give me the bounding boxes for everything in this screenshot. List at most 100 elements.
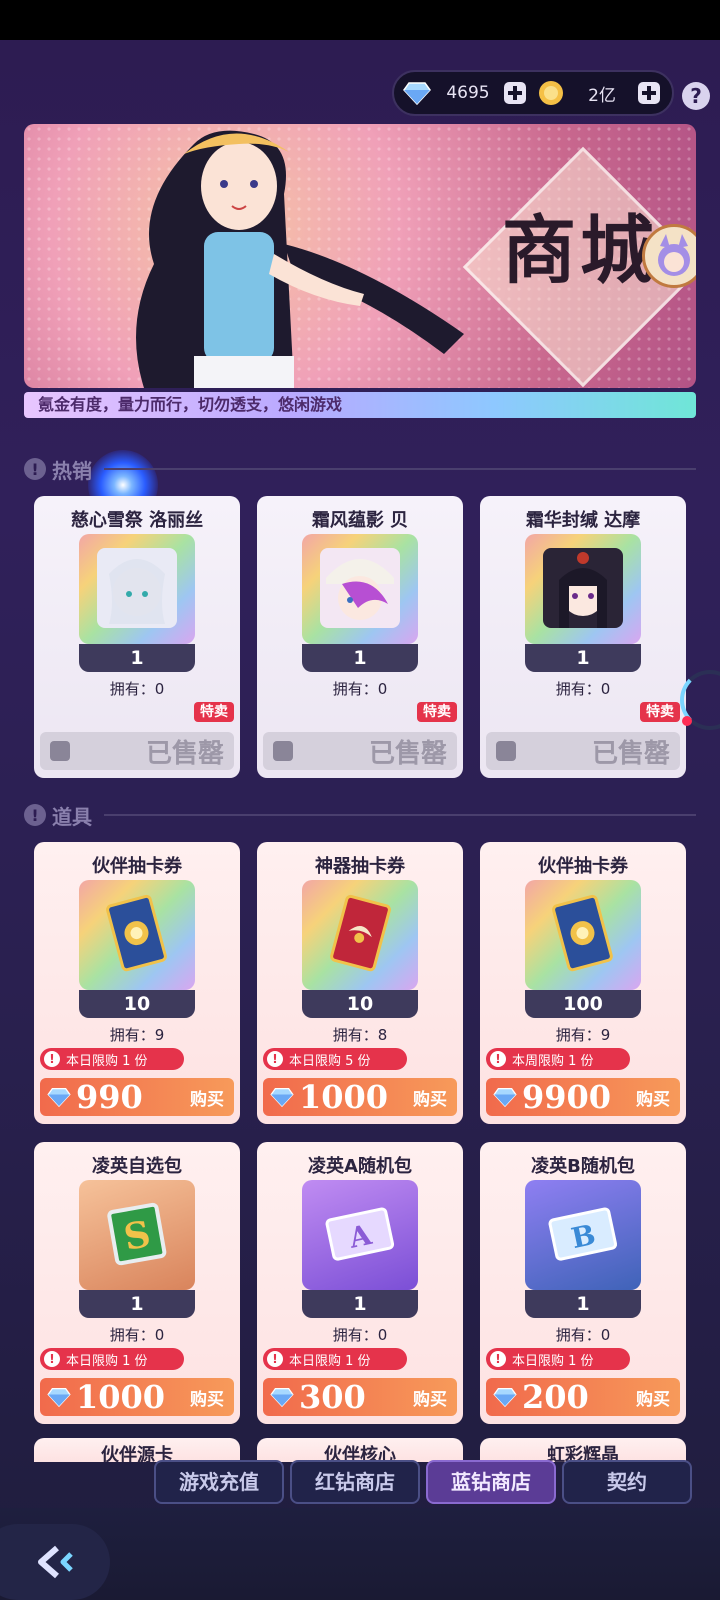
purchase-limit-text: 本日限购 1 份 <box>512 1353 594 1369</box>
special-sale-badge: 特卖 <box>417 702 457 722</box>
purchase-limit-text: 本日限购 1 份 <box>289 1353 371 1369</box>
purchase-limit-badge: ! 本日限购 1 份 <box>40 1348 184 1370</box>
add-gold-button[interactable] <box>638 82 660 104</box>
back-arrow-icon <box>38 1545 73 1579</box>
diamond-icon <box>402 78 432 108</box>
buy-button[interactable]: 9900 购买 <box>486 1078 680 1116</box>
gem-balance: 4695 <box>402 76 526 110</box>
price: 300 <box>299 1378 366 1416</box>
shop-item-card-partial[interactable]: 伙伴源卡 <box>34 1438 240 1462</box>
item-name: 伙伴核心 <box>324 1445 396 1462</box>
item-quantity: 10 <box>79 990 195 1018</box>
warning-icon: ! <box>267 1051 283 1067</box>
shop-item-card[interactable]: 凌英A随机包 A 1 拥有：0 ! 本日限购 1 份 300 购买 <box>257 1142 463 1424</box>
warning-icon: ! <box>490 1351 506 1367</box>
blue-draw-card-icon <box>552 894 613 972</box>
tab-blue-diamond-shop[interactable]: 蓝钻商店 <box>426 1460 556 1504</box>
shop-item-card[interactable]: 伙伴抽卡券 100 拥有：9 ! 本周限购 1 份 9900 购买 <box>480 842 686 1124</box>
sold-out-button: 已售罄 <box>40 732 234 770</box>
shop-item-card-partial[interactable]: 伙伴核心 <box>257 1438 463 1462</box>
price: 1000 <box>299 1078 389 1116</box>
purchase-limit-badge: ! 本日限购 5 份 <box>263 1048 407 1070</box>
shop-item-card[interactable]: 神器抽卡券 10 拥有：8 ! 本日限购 5 份 1000 购买 <box>257 842 463 1124</box>
blue-draw-card-icon <box>106 894 167 972</box>
buy-button[interactable]: 300 购买 <box>263 1378 457 1416</box>
item-thumbnail: B <box>525 1180 641 1290</box>
mascot-avatar[interactable] <box>642 224 696 288</box>
tab-contract[interactable]: 契约 <box>562 1460 692 1504</box>
buy-label: 购买 <box>413 1089 447 1110</box>
owned-count: 拥有：0 <box>332 680 388 698</box>
purchase-limit-text: 本日限购 1 份 <box>66 1053 148 1069</box>
diamond-icon <box>46 1384 72 1410</box>
purchase-limit-badge: ! 本周限购 1 份 <box>486 1048 630 1070</box>
item-thumbnail <box>79 880 195 990</box>
purchase-limit-text: 本日限购 5 份 <box>289 1053 371 1069</box>
status-bar <box>0 0 720 40</box>
item-name: 霜风蕴影 贝 <box>311 510 409 531</box>
purchase-limit-badge: ! 本日限购 1 份 <box>263 1348 407 1370</box>
banner-character-illustration <box>136 130 464 388</box>
tab-game-recharge[interactable]: 游戏充值 <box>154 1460 284 1504</box>
owned-count: 拥有：0 <box>109 1326 165 1344</box>
price: 9900 <box>522 1078 612 1116</box>
item-quantity: 1 <box>302 1290 418 1318</box>
buy-label: 购买 <box>190 1089 224 1110</box>
item-quantity: 1 <box>79 1290 195 1318</box>
checkbox-icon <box>50 741 70 761</box>
diamond-icon <box>269 1384 295 1410</box>
red-draw-card-icon <box>330 894 391 972</box>
selector-pack-icon: S <box>107 1202 167 1266</box>
item-thumbnail: S <box>79 1180 195 1290</box>
item-name: 伙伴抽卡券 <box>92 856 182 877</box>
hot-item-card[interactable]: 霜华封缄 达摩 1 拥有：0 特卖 已售罄 <box>480 496 686 778</box>
checkbox-icon <box>273 741 293 761</box>
owned-count: 拥有：0 <box>555 1326 611 1344</box>
shop-item-card[interactable]: 伙伴抽卡券 10 拥有：9 ! 本日限购 1 份 990 购买 <box>34 842 240 1124</box>
help-button[interactable]: ? <box>682 82 710 110</box>
buy-button[interactable]: 990 购买 <box>40 1078 234 1116</box>
item-quantity: 1 <box>525 1290 641 1318</box>
checkbox-icon <box>496 741 516 761</box>
purchase-limit-badge: ! 本日限购 1 份 <box>486 1348 630 1370</box>
character-portrait-icon <box>97 548 177 628</box>
buy-label: 购买 <box>636 1389 670 1410</box>
buy-label: 购买 <box>413 1389 447 1410</box>
buy-label: 购买 <box>190 1389 224 1410</box>
warning-icon: ! <box>44 1051 60 1067</box>
shop-item-card[interactable]: 凌英B随机包 B 1 拥有：0 ! 本日限购 1 份 200 购买 <box>480 1142 686 1424</box>
item-name: 神器抽卡券 <box>315 856 405 877</box>
special-sale-badge: 特卖 <box>194 702 234 722</box>
item-thumbnail <box>525 534 641 644</box>
tab-red-diamond-shop[interactable]: 红钻商店 <box>290 1460 420 1504</box>
hot-item-card[interactable]: 霜风蕴影 贝 1 拥有：0 特卖 已售罄 <box>257 496 463 778</box>
owned-count: 拥有：9 <box>555 1026 611 1044</box>
sold-out-button: 已售罄 <box>263 732 457 770</box>
price: 990 <box>76 1078 143 1116</box>
hot-item-card[interactable]: 慈心雪祭 洛丽丝 1 拥有：0 特卖 已售罄 <box>34 496 240 778</box>
spending-reminder: 氪金有度，量力而行，切勿透支，悠闲游戏 <box>24 392 696 418</box>
buy-button[interactable]: 1000 购买 <box>40 1378 234 1416</box>
buy-button[interactable]: 1000 购买 <box>263 1078 457 1116</box>
diamond-icon <box>269 1084 295 1110</box>
buy-button[interactable]: 200 购买 <box>486 1378 680 1416</box>
sold-out-label: 已售罄 <box>368 738 447 769</box>
shop-screen: 4695 2亿 ? 商城 氪金有度，量力而行，切勿透支，悠闲游戏 ! 热销 慈心… <box>0 40 720 1600</box>
alert-icon: ! <box>24 458 46 480</box>
currency-bar: 4695 2亿 <box>392 70 674 116</box>
special-sale-badge: 特卖 <box>640 702 680 722</box>
gold-coin-icon <box>536 78 566 108</box>
shop-item-card[interactable]: 凌英自选包 S 1 拥有：0 ! 本日限购 1 份 1000 购买 <box>34 1142 240 1424</box>
back-button[interactable] <box>0 1524 110 1600</box>
item-name: 霜华封缄 达摩 <box>525 510 641 531</box>
warning-icon: ! <box>44 1351 60 1367</box>
character-portrait-icon <box>543 548 623 628</box>
items-section-title: 道具 <box>52 804 92 829</box>
owned-count: 拥有：0 <box>555 680 611 698</box>
owned-count: 拥有：9 <box>109 1026 165 1044</box>
price: 1000 <box>76 1378 166 1416</box>
shop-item-card-partial[interactable]: 虹彩辉晶 <box>480 1438 686 1462</box>
item-name: 凌英自选包 <box>92 1156 182 1177</box>
add-gems-button[interactable] <box>504 82 526 104</box>
sold-out-label: 已售罄 <box>145 738 224 769</box>
